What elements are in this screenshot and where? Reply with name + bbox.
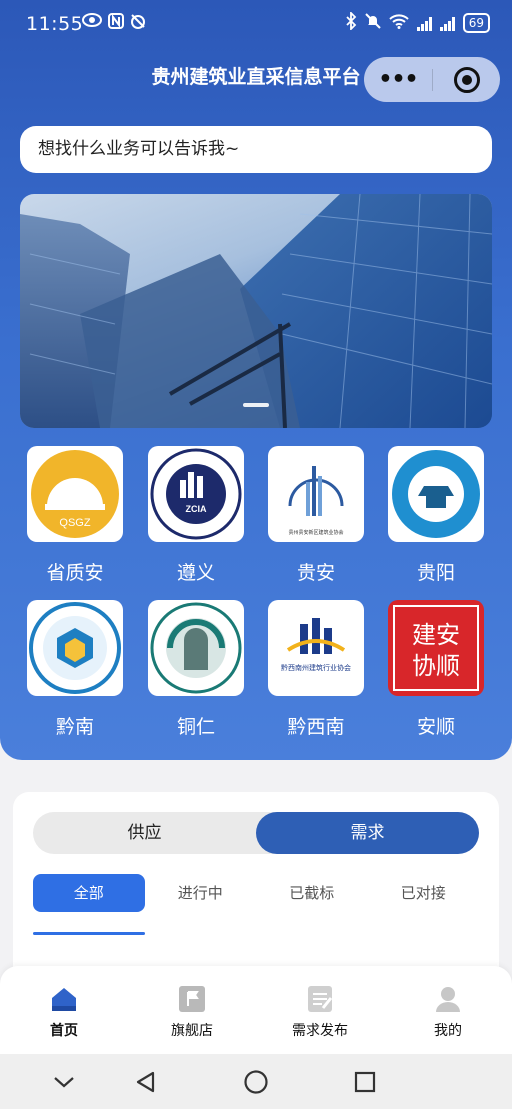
filter-closed[interactable]: 已截标 (256, 874, 368, 912)
nfc-icon (108, 13, 124, 33)
mute-icon (365, 13, 381, 33)
more-icon[interactable]: ••• (364, 67, 432, 92)
mini-program-capsule: ••• (364, 57, 500, 102)
assoc-item-guian[interactable]: 贵州贵安新区建筑业协会 贵安 (266, 446, 366, 585)
bluetooth-icon (345, 10, 357, 34)
assoc-label: 遵义 (176, 562, 215, 584)
assoc-label: 黔西南 (287, 716, 345, 738)
assoc-item-zunyi[interactable]: ZCIA 遵义 (146, 446, 246, 585)
filter-in-progress[interactable]: 进行中 (145, 874, 257, 912)
close-miniprogram-button[interactable] (433, 66, 500, 93)
status-right-icons: 69 (345, 10, 490, 34)
tab-label: 需求发布 (292, 1023, 348, 1039)
svg-text:ZCIA: ZCIA (186, 504, 207, 514)
segment-supply[interactable]: 供应 (33, 812, 256, 854)
svg-text:黔西南州建筑行业协会: 黔西南州建筑行业协会 (281, 663, 351, 672)
assoc-item-anshun[interactable]: 建安 协顺 安顺 (386, 600, 486, 739)
search-input[interactable]: 想找什么业务可以告诉我~ (20, 126, 492, 173)
status-left-icons (82, 13, 146, 33)
eye-icon (82, 13, 102, 33)
status-filter: 全部 进行中 已截标 已对接 (33, 874, 479, 912)
system-nav-bar (0, 1054, 512, 1109)
assoc-label: 贵安 (296, 562, 335, 584)
assoc-item-qianxinan[interactable]: 黔西南州建筑行业协会 黔西南 (266, 600, 366, 739)
assoc-item-shengzhian[interactable]: QSGZ 省质安 (25, 446, 125, 585)
assoc-item-tongren[interactable]: 铜仁 (146, 600, 246, 739)
helmet-logo-icon: QSGZ (27, 446, 123, 542)
status-time: 11:55 (26, 13, 84, 35)
status-bar: 11:55 69 (0, 0, 512, 50)
publish-icon (305, 984, 335, 1014)
tab-home[interactable]: 首页 (14, 984, 114, 1040)
tab-label: 我的 (434, 1023, 462, 1039)
battery-indicator: 69 (462, 13, 490, 33)
profile-icon (433, 984, 463, 1014)
tab-store[interactable]: 旗舰店 (142, 984, 242, 1040)
building-photo (20, 194, 492, 428)
back-icon[interactable] (132, 1068, 160, 1096)
signal-1-icon (416, 15, 432, 31)
assoc-label: 贵阳 (416, 562, 455, 584)
recents-icon[interactable] (351, 1068, 379, 1096)
assoc-label: 省质安 (46, 562, 104, 584)
wifi-icon (389, 13, 409, 33)
svg-text:协顺: 协顺 (412, 652, 460, 680)
bridge-logo-icon: 黔西南州建筑行业协会 (268, 600, 364, 696)
filter-all[interactable]: 全部 (33, 874, 145, 912)
tab-label: 旗舰店 (171, 1023, 213, 1039)
svg-text:建安: 建安 (412, 621, 460, 649)
target-icon (453, 66, 480, 93)
cube-logo-icon (27, 600, 123, 696)
banner-indicator (243, 403, 269, 407)
home-circle-icon[interactable] (242, 1068, 270, 1096)
chevron-down-icon[interactable] (50, 1068, 78, 1096)
statue-logo-icon (148, 600, 244, 696)
assoc-label: 铜仁 (176, 716, 215, 738)
assoc-label: 黔南 (55, 716, 94, 738)
assoc-item-qiannan[interactable]: 黔南 (25, 600, 125, 739)
tower-logo-icon: 贵州贵安新区建筑业协会 (268, 446, 364, 542)
svg-text:QSGZ: QSGZ (59, 517, 90, 529)
store-icon (177, 984, 207, 1014)
segment-demand[interactable]: 需求 (256, 812, 479, 854)
pavilion-logo-icon (388, 446, 484, 542)
assoc-label: 安顺 (416, 716, 455, 738)
tab-label: 首页 (50, 1023, 78, 1039)
filter-matched[interactable]: 已对接 (368, 874, 480, 912)
seal-logo-icon: 建安 协顺 (388, 600, 484, 696)
building-logo-icon: ZCIA (148, 446, 244, 542)
bottom-tabbar: 首页 旗舰店 需求发布 我的 (0, 966, 512, 1054)
home-icon (49, 984, 79, 1014)
tab-profile[interactable]: 我的 (398, 984, 498, 1040)
banner-image[interactable] (20, 194, 492, 428)
segment-control: 供应 需求 (33, 812, 479, 854)
signal-2-icon (439, 15, 455, 31)
tab-publish[interactable]: 需求发布 (270, 984, 370, 1040)
svg-text:贵州贵安新区建筑业协会: 贵州贵安新区建筑业协会 (288, 529, 343, 536)
assoc-item-guiyang[interactable]: 贵阳 (386, 446, 486, 585)
filter-underline (33, 932, 145, 935)
alarm-off-icon (130, 13, 146, 33)
